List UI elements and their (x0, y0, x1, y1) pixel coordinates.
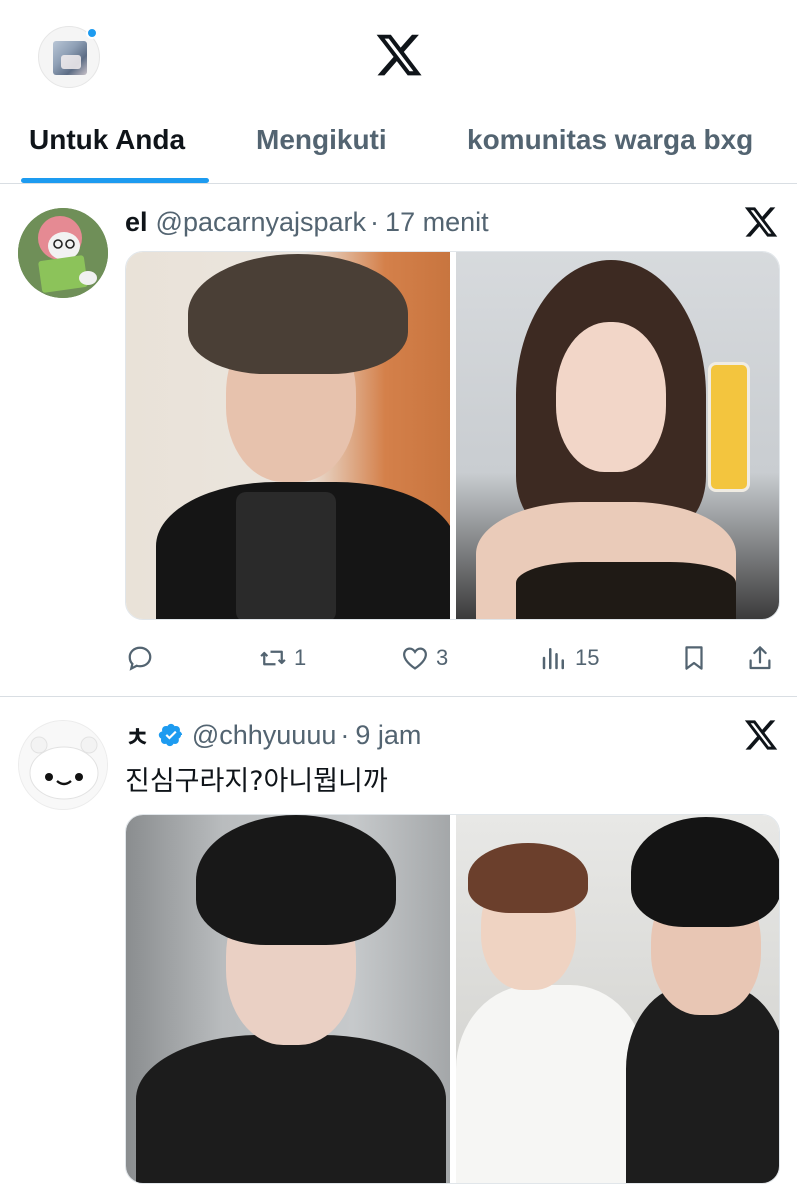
tweet-photo[interactable] (455, 815, 779, 1183)
photo-hair (196, 815, 396, 945)
photo-figure (136, 1035, 446, 1183)
tweet-actions: 1 3 15 (125, 638, 780, 678)
tab-untuk-anda[interactable]: Untuk Anda (29, 124, 185, 156)
tweet-photo[interactable] (126, 815, 450, 1183)
avatar-image (19, 721, 107, 809)
photo-hair (188, 254, 408, 374)
verified-badge-icon (158, 723, 182, 747)
timeline-tabs: Untuk Anda Mengikuti komunitas warga bxg (0, 110, 797, 184)
author-name[interactable]: el (125, 207, 148, 238)
tweet-time[interactable]: 9 jam (355, 720, 421, 751)
photo-hair-right (630, 817, 779, 927)
active-tab-indicator (21, 178, 209, 183)
views-icon (542, 648, 564, 670)
x-logo-icon (376, 34, 422, 76)
photo-dress (515, 562, 736, 619)
views-button[interactable]: 15 (539, 638, 599, 678)
author-handle[interactable]: @chhyuuuu (192, 720, 337, 751)
author-name[interactable]: ㅊ (125, 716, 150, 755)
tab-mengikuti[interactable]: Mengikuti (256, 124, 387, 156)
bookmark-button[interactable] (679, 638, 709, 678)
tweet-media (125, 251, 780, 620)
reply-button[interactable] (125, 638, 155, 678)
tweet-photo[interactable] (455, 252, 779, 619)
tweet-header: el @pacarnyajspark · 17 menit (125, 202, 489, 242)
notification-dot (86, 27, 98, 39)
retweet-icon (260, 650, 286, 666)
tweet[interactable]: ㅊ @chhyuuuu · 9 jam 진심구라지?아니뭡니까 (0, 697, 797, 1200)
photo-phone (707, 362, 750, 492)
separator: · (340, 719, 350, 750)
photo-hair-left (467, 843, 588, 913)
tweet-photo[interactable] (126, 252, 450, 619)
grok-icon[interactable] (743, 717, 779, 753)
retweet-count: 1 (294, 645, 307, 670)
tweet[interactable]: el @pacarnyajspark · 17 menit 1 3 15 (0, 184, 797, 696)
tweet-avatar[interactable] (18, 720, 108, 810)
heart-icon (403, 647, 427, 670)
bookmark-icon (685, 646, 703, 670)
separator: · (370, 206, 380, 237)
tweet-header: ㅊ @chhyuuuu · 9 jam (125, 715, 421, 755)
avatar-image (18, 208, 108, 298)
reply-icon (128, 646, 152, 671)
photo-shirt (236, 492, 336, 619)
like-count: 3 (436, 645, 449, 670)
author-handle[interactable]: @pacarnyajspark (156, 207, 367, 238)
tweet-time[interactable]: 17 menit (385, 207, 489, 238)
grok-icon[interactable] (743, 204, 779, 240)
top-bar (0, 0, 797, 110)
share-button[interactable] (745, 638, 775, 678)
photo-face (555, 322, 666, 472)
like-button[interactable]: 3 (400, 638, 448, 678)
photo-figure-left (455, 985, 646, 1183)
tweet-text: 진심구라지?아니뭡니까 (125, 766, 388, 797)
retweet-button[interactable]: 1 (258, 638, 306, 678)
tweet-media (125, 814, 780, 1184)
share-icon (749, 646, 771, 670)
tab-komunitas[interactable]: komunitas warga bxg (467, 124, 753, 156)
tweet-avatar[interactable] (18, 208, 108, 298)
profile-avatar-image (53, 41, 87, 75)
views-count: 15 (575, 645, 600, 670)
